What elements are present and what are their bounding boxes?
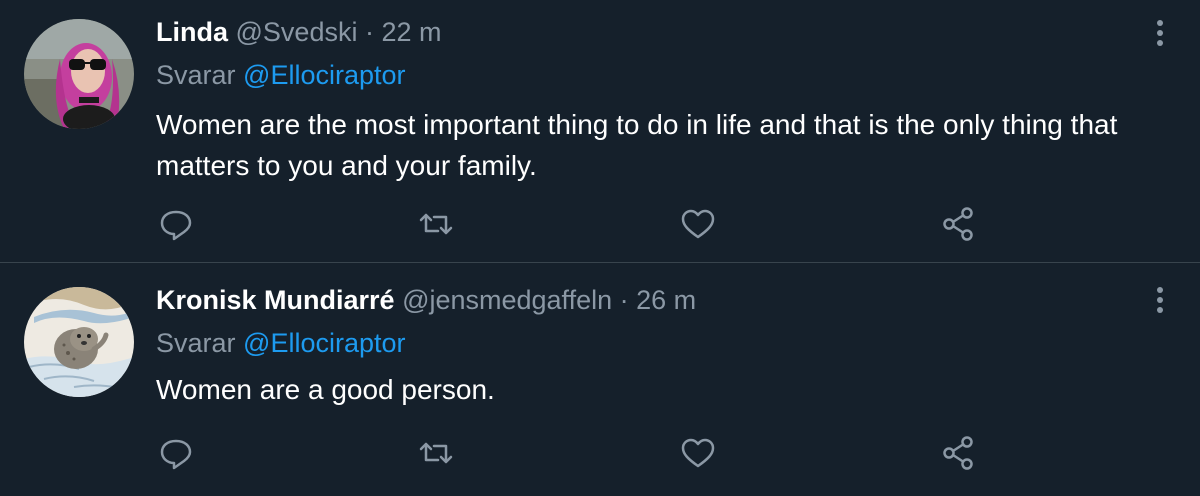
tweet[interactable]: Kronisk Mundiarré @jensmedgaffeln · 26 m… <box>0 263 1200 496</box>
reply-prefix: Svarar <box>156 328 236 358</box>
avatar-woman-icon <box>24 19 134 129</box>
more-vertical-icon[interactable] <box>1148 16 1172 50</box>
tweet-actions <box>156 204 996 244</box>
tweet-time[interactable]: 22 m <box>382 17 442 47</box>
tweet-text: Women are a good person. <box>156 374 495 405</box>
heart-icon <box>681 209 715 239</box>
reply-context: Svarar @Ellociraptor <box>156 326 406 360</box>
tweet-header: Kronisk Mundiarré @jensmedgaffeln · 26 m <box>156 283 696 317</box>
tweet-header: Linda @Svedski · 22 m <box>156 15 442 49</box>
like-button[interactable] <box>678 433 718 473</box>
retweet-button[interactable] <box>416 204 456 244</box>
retweet-icon <box>419 442 453 464</box>
avatar[interactable] <box>24 19 134 129</box>
header-separator: · <box>619 285 629 315</box>
like-button[interactable] <box>678 204 718 244</box>
reply-mention-link[interactable]: @Ellociraptor <box>243 60 405 90</box>
avatar[interactable] <box>24 287 134 397</box>
author-name[interactable]: Kronisk Mundiarré <box>156 285 395 315</box>
share-button[interactable] <box>938 204 978 244</box>
share-icon <box>943 436 973 470</box>
author-handle[interactable]: @jensmedgaffeln <box>402 285 612 315</box>
tweet-text: Women are the most important thing to do… <box>156 109 1118 181</box>
reply-button[interactable] <box>156 204 196 244</box>
tweet[interactable]: Linda @Svedski · 22 m Svarar @Ellocirapt… <box>0 0 1200 263</box>
tweet-time[interactable]: 26 m <box>636 285 696 315</box>
reply-mention-link[interactable]: @Ellociraptor <box>243 328 405 358</box>
more-vertical-icon[interactable] <box>1148 283 1172 317</box>
author-name[interactable]: Linda <box>156 17 228 47</box>
retweet-button[interactable] <box>416 433 456 473</box>
reply-context: Svarar @Ellociraptor <box>156 58 406 92</box>
share-icon <box>943 207 973 241</box>
tweet-actions <box>156 433 996 473</box>
reply-button[interactable] <box>156 433 196 473</box>
tweet-feed: Linda @Svedski · 22 m Svarar @Ellocirapt… <box>0 0 1200 496</box>
avatar-seal-icon <box>24 287 134 397</box>
comment-icon <box>160 439 192 470</box>
heart-icon <box>681 438 715 468</box>
header-separator: · <box>364 17 374 47</box>
share-button[interactable] <box>938 433 978 473</box>
reply-prefix: Svarar <box>156 60 236 90</box>
retweet-icon <box>419 213 453 235</box>
comment-icon <box>160 210 192 241</box>
author-handle[interactable]: @Svedski <box>236 17 358 47</box>
